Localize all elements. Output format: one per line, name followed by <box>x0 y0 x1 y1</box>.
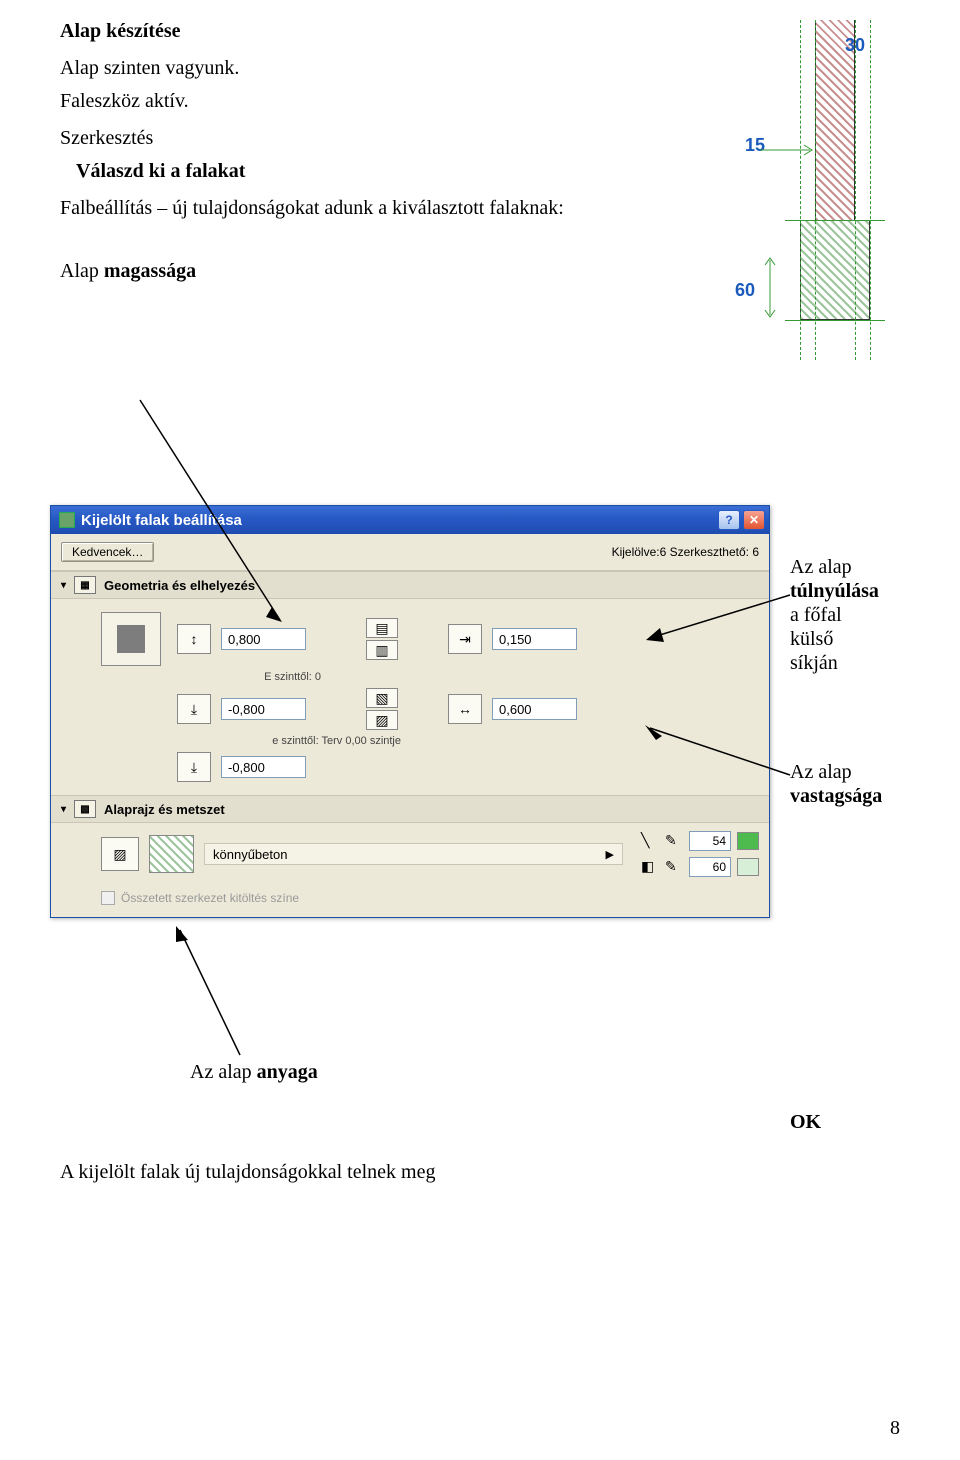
page-number: 8 <box>890 1417 900 1440</box>
app-icon <box>59 512 75 528</box>
ref-mode-b-icon[interactable]: ▨ <box>366 710 398 730</box>
favorites-button[interactable]: Kedvencek… <box>61 542 154 562</box>
pen-line-icon: ╲ <box>641 832 659 850</box>
extension-input[interactable] <box>492 628 577 650</box>
pen1-input[interactable] <box>689 831 731 851</box>
footer-text: A kijelölt falak új tulajdonságokkal tel… <box>60 1160 435 1184</box>
floorplan-icon: ▩ <box>74 800 96 818</box>
collapse-icon: ▾ <box>61 804 66 815</box>
annot-anyaga: Az alap anyaga <box>190 1060 318 1084</box>
thick-icon: ↔ <box>448 694 482 724</box>
floorplan-panel: ▨ könnyűbeton ▶ ╲ ✎ ◧ ✎ <box>51 823 769 885</box>
top-mode-a-icon[interactable]: ▤ <box>366 618 398 638</box>
terv-label: e szinttől: Terv 0,00 szintje <box>181 735 401 747</box>
offset1-input[interactable] <box>221 698 306 720</box>
chevron-right-icon: ▶ <box>606 848 614 861</box>
arch-diagram: 30 15 60 <box>705 20 885 360</box>
composite-fill-row: Összetett szerkezet kitöltés színe <box>51 885 769 917</box>
section-geometry-header[interactable]: ▾ ▦ Geometria és elhelyezés <box>51 571 769 599</box>
annot-tulnyulas: Az alap túlnyúlása a főfal külső síkján <box>790 555 920 675</box>
section-floorplan-header[interactable]: ▾ ▩ Alaprajz és metszet <box>51 795 769 823</box>
geometry-icon: ▦ <box>74 576 96 594</box>
annot-vastagsaga: Az alap vastagsága <box>790 760 920 808</box>
wall-preview-icon[interactable] <box>101 612 161 666</box>
geometry-panel: ↕ ▤ ▥ ⇥ E szinttől: 0 ⤓ ▧ ▨ ↔ <box>51 599 769 795</box>
dim-30: 30 <box>845 35 865 56</box>
pen2-color[interactable] <box>737 858 759 876</box>
ref-mode-a-icon[interactable]: ▧ <box>366 688 398 708</box>
collapse-icon: ▾ <box>61 580 66 591</box>
pen2-input[interactable] <box>689 857 731 877</box>
titlebar[interactable]: Kijelölt falak beállítása ? ✕ <box>51 506 769 534</box>
selection-info: Kijelölve:6 Szerkeszthető: 6 <box>612 545 759 559</box>
offset2-input[interactable] <box>221 756 306 778</box>
pen-icon: ✎ <box>665 832 683 850</box>
dialog-title: Kijelölt falak beállítása <box>81 512 242 529</box>
e-szinttol-label: E szinttől: 0 <box>181 671 321 683</box>
material-dropdown[interactable]: könnyűbeton ▶ <box>204 843 623 865</box>
thickness-input[interactable] <box>492 698 577 720</box>
offset1-icon: ⤓ <box>177 694 211 724</box>
material-preview[interactable] <box>149 835 194 873</box>
wall-settings-dialog: Kijelölt falak beállítása ? ✕ Kedvencek…… <box>50 505 770 918</box>
help-button[interactable]: ? <box>718 510 740 530</box>
hatch-preview-icon[interactable]: ▨ <box>101 837 139 871</box>
ext-icon: ⇥ <box>448 624 482 654</box>
composite-fill-checkbox[interactable] <box>101 891 115 905</box>
pen-icon: ✎ <box>665 858 683 876</box>
pen-fill-icon: ◧ <box>641 858 659 876</box>
offset2-icon: ⤓ <box>177 752 211 782</box>
ok-label: OK <box>790 1110 821 1134</box>
top-mode-b-icon[interactable]: ▥ <box>366 640 398 660</box>
height-input[interactable] <box>221 628 306 650</box>
close-button[interactable]: ✕ <box>743 510 765 530</box>
pen1-color[interactable] <box>737 832 759 850</box>
height-icon: ↕ <box>177 624 211 654</box>
composite-fill-label: Összetett szerkezet kitöltés színe <box>121 891 299 905</box>
